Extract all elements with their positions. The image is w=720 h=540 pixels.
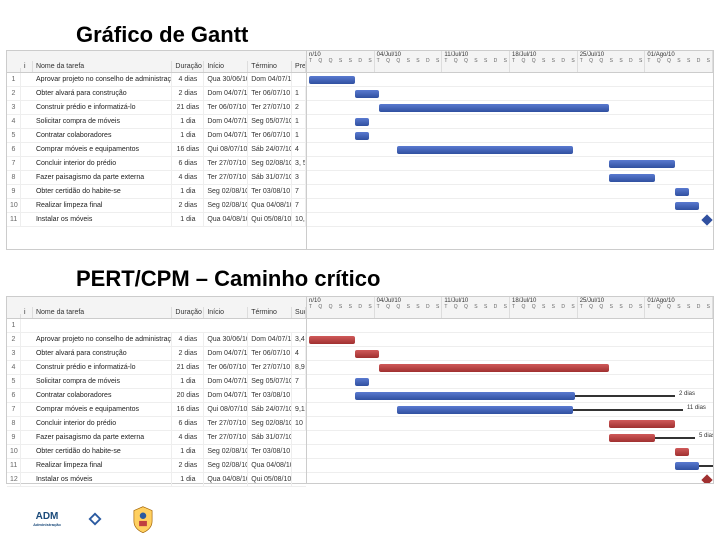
- table-row[interactable]: 11Instalar os móveis1 diaQua 04/08/10Qui…: [7, 213, 306, 227]
- table-row[interactable]: 8Fazer paisagismo da parte externa4 dias…: [7, 171, 306, 185]
- table-row[interactable]: 4Construir prédio e informatizá-lo21 dia…: [7, 361, 306, 375]
- timeline-week: 04/Jul/10TQQSSDS: [375, 297, 443, 318]
- critical-bar[interactable]: [609, 420, 675, 428]
- table-row[interactable]: 6Comprar móveis e equipamentos16 diasQui…: [7, 143, 306, 157]
- col-name: Nome da tarefa: [33, 307, 172, 318]
- critical-bar[interactable]: [379, 364, 609, 372]
- gantt-bar[interactable]: [379, 104, 609, 112]
- gantt-bar[interactable]: [355, 378, 369, 386]
- table-row[interactable]: 6Contratar colaboradores20 diasDom 04/07…: [7, 389, 306, 403]
- table-row[interactable]: 4Solicitar compra de móveis1 diaDom 04/0…: [7, 115, 306, 129]
- timeline-week: 25/Jul/10TQQSSDS: [578, 51, 646, 72]
- col-end: Término: [248, 61, 292, 72]
- table-row[interactable]: 2Obter alvará para construção2 diasDom 0…: [7, 87, 306, 101]
- critical-bar[interactable]: [355, 350, 379, 358]
- timeline-week: 04/Jul/10TQQSSDS: [375, 51, 443, 72]
- gantt-bar[interactable]: [355, 392, 575, 400]
- gantt-bar[interactable]: [309, 76, 355, 84]
- table-row[interactable]: 3Construir prédio e informatizá-lo21 dia…: [7, 101, 306, 115]
- gantt-bar[interactable]: [675, 188, 689, 196]
- table-row[interactable]: 9Obter certidão do habite-se1 diaSeg 02/…: [7, 185, 306, 199]
- table-row[interactable]: 9Fazer paisagismo da parte externa4 dias…: [7, 431, 306, 445]
- gantt-bar[interactable]: [675, 462, 699, 470]
- timeline-week: 25/Jul/10TQQSSDS: [578, 297, 646, 318]
- gantt-bar[interactable]: [355, 118, 369, 126]
- timeline-week: 11/Jul/10TQQSSDS: [442, 297, 510, 318]
- col-start: Início: [204, 61, 248, 72]
- critical-bar[interactable]: [609, 434, 655, 442]
- timeline-week: 11/Jul/10TQQSSDS: [442, 51, 510, 72]
- slack-line: [655, 437, 695, 439]
- table-row[interactable]: 7Comprar móveis e equipamentos16 diasQui…: [7, 403, 306, 417]
- table-row[interactable]: 1: [7, 319, 306, 333]
- table-row[interactable]: 5Contratar colaboradores1 diaDom 04/07/1…: [7, 129, 306, 143]
- timeline-week: 01/Ago/10TQQSSDS: [645, 51, 713, 72]
- heading-pertcpm: PERT/CPM – Caminho crítico: [76, 266, 380, 292]
- gantt-bar[interactable]: [675, 202, 699, 210]
- adm-logo: ADM Administração: [28, 504, 66, 534]
- slack-label: 2 dias: [679, 391, 695, 397]
- col-duration: Duração: [172, 307, 204, 318]
- gantt-bar[interactable]: [397, 406, 573, 414]
- timeline-week: 18/Jul/10TQQSSDS: [510, 297, 578, 318]
- col-start: Início: [204, 307, 248, 318]
- slack-line: [575, 395, 675, 397]
- table-row[interactable]: 10Obter certidão do habite-se1 diaSeg 02…: [7, 445, 306, 459]
- critical-bar[interactable]: [309, 336, 355, 344]
- gantt-bar[interactable]: [609, 174, 655, 182]
- slack-label: 5 dias: [699, 433, 713, 439]
- table-row[interactable]: 2Aprovar projeto no conselho de administ…: [7, 333, 306, 347]
- timeline-week: n/10TQQSSDS: [307, 297, 375, 318]
- gantt-bar[interactable]: [355, 132, 369, 140]
- table-row[interactable]: 3Obter alvará para construção2 diasDom 0…: [7, 347, 306, 361]
- pert-chart-panel: i Nome da tarefa Duração Início Término …: [6, 296, 714, 484]
- pert-timeline: n/10TQQSSDS04/Jul/10TQQSSDS11/Jul/10TQQS…: [307, 297, 713, 483]
- table-row[interactable]: 11Realizar limpeza final2 diasSeg 02/08/…: [7, 459, 306, 473]
- slack-label: 11 dias: [687, 405, 706, 411]
- timeline-week: 01/Ago/10TQQSSDS: [645, 297, 713, 318]
- slack-line: [573, 409, 683, 411]
- table-row[interactable]: 12Instalar os móveis1 diaQua 04/08/10Qui…: [7, 473, 306, 487]
- timeline-week: 18/Jul/10TQQSSDS: [510, 51, 578, 72]
- col-end: Término: [248, 307, 292, 318]
- info-icon: i: [21, 307, 33, 318]
- col-succ: Sucessoras: [292, 307, 306, 318]
- gantt-table-header: i Nome da tarefa Duração Início Término …: [7, 51, 306, 73]
- col-duration: Duração: [172, 61, 204, 72]
- info-icon: i: [21, 61, 33, 72]
- heading-gantt: Gráfico de Gantt: [76, 22, 248, 48]
- table-row[interactable]: 10Realizar limpeza final2 diasSeg 02/08/…: [7, 199, 306, 213]
- critical-bar[interactable]: [675, 448, 689, 456]
- gantt-bar[interactable]: [397, 146, 573, 154]
- col-pred: Predecessoras: [292, 61, 306, 72]
- cfa-logo: [76, 504, 114, 534]
- table-row[interactable]: 8Concluir interior do prédio6 diasTer 27…: [7, 417, 306, 431]
- table-row[interactable]: 5Solicitar compra de móveis1 diaDom 04/0…: [7, 375, 306, 389]
- slack-line: [699, 465, 713, 467]
- footer-logos: ADM Administração: [28, 504, 162, 534]
- gantt-chart-panel: i Nome da tarefa Duração Início Término …: [6, 50, 714, 250]
- gantt-timeline: n/10TQQSSDS04/Jul/10TQQSSDS11/Jul/10TQQS…: [307, 51, 713, 249]
- table-row[interactable]: 1Aprovar projeto no conselho de administ…: [7, 73, 306, 87]
- table-row[interactable]: 7Concluir interior do prédio6 diasTer 27…: [7, 157, 306, 171]
- gantt-table: i Nome da tarefa Duração Início Término …: [7, 51, 307, 249]
- pert-table-header: i Nome da tarefa Duração Início Término …: [7, 297, 306, 319]
- gantt-bar[interactable]: [609, 160, 675, 168]
- gantt-bar[interactable]: [355, 90, 379, 98]
- pert-table: i Nome da tarefa Duração Início Término …: [7, 297, 307, 483]
- timeline-week: n/10TQQSSDS: [307, 51, 375, 72]
- col-name: Nome da tarefa: [33, 61, 172, 72]
- ufsc-logo: [124, 504, 162, 534]
